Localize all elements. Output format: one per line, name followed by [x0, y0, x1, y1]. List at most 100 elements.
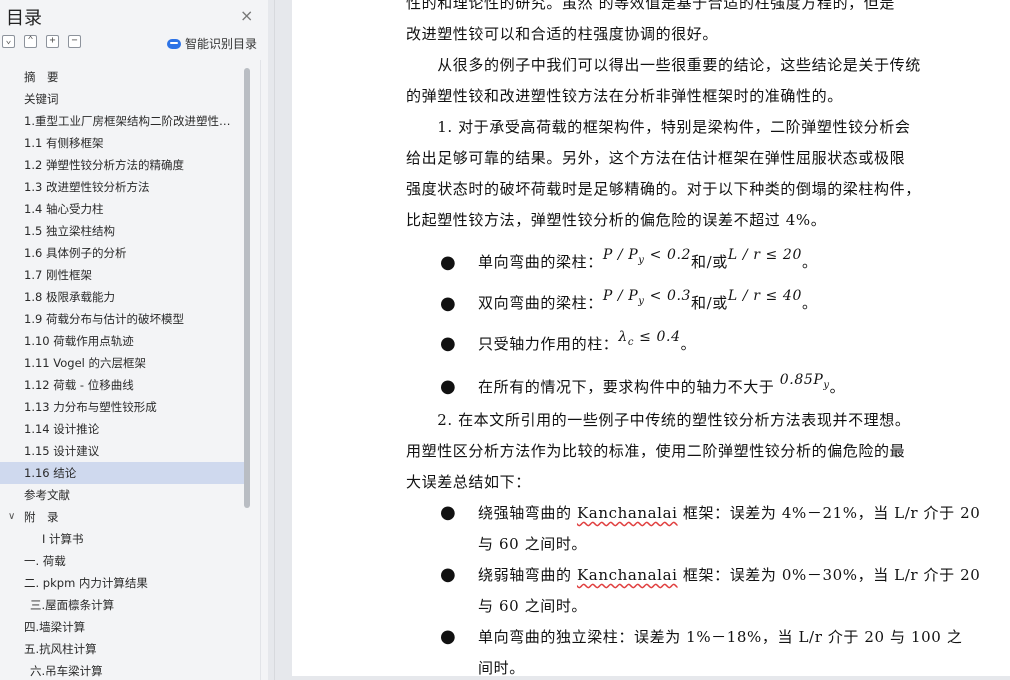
page-bottom-edge — [292, 676, 1010, 680]
toc-item[interactable]: 摘 要 — [0, 66, 244, 88]
toc-item[interactable]: 1.6 具体例子的分析 — [0, 242, 244, 264]
toc-item[interactable]: 1.1 有侧移框架 — [0, 132, 244, 154]
toc-item[interactable]: 1.2 弹塑性铰分析方法的精确度 — [0, 154, 244, 176]
toc-item-label: 四.墙梁计算 — [24, 620, 86, 634]
bullet-text: 间时。 — [478, 659, 525, 677]
spellcheck-word: Kanchanalai — [576, 566, 678, 584]
bullet-item-1: 单向弯曲的梁柱：P / Py < 0.2和/或L / r ≤ 20。 — [478, 247, 818, 284]
toc-item[interactable]: 1.9 荷载分布与估计的破坏模型 — [0, 308, 244, 330]
formula: 0.85Py — [780, 372, 830, 391]
toc-item[interactable]: 1.重型工业厂房框架结构二阶改进塑性铰分析 — [0, 110, 244, 132]
toc-item[interactable]: 一. 荷载 — [0, 550, 244, 572]
remove-heading-icon[interactable]: − — [68, 35, 81, 48]
toc-item-label: 1.3 改进塑性铰分析方法 — [24, 180, 150, 194]
bullet-item-5: 绕强轴弯曲的 Kanchanalai 框架：误差为 4%－21%，当 L/r 介… — [478, 498, 980, 560]
toc-item-label: 1.5 独立梁柱结构 — [24, 224, 115, 238]
toc-item-label: 1.14 设计推论 — [24, 422, 100, 436]
smart-toc-button[interactable]: 智能识别目录 — [167, 35, 257, 52]
bullet-marker: ● — [440, 564, 456, 585]
bullet-text: 。 — [680, 335, 697, 353]
bullet-text: 与 60 之间时。 — [478, 597, 588, 615]
toc-item-label: 二. pkpm 内力计算结果 — [24, 576, 148, 590]
toc-item-label: 1.6 具体例子的分析 — [24, 246, 127, 260]
bullet-item-6: 绕弱轴弯曲的 Kanchanalai 框架：误差为 0%－30%，当 L/r 介… — [478, 560, 980, 622]
add-heading-icon[interactable]: + — [46, 35, 59, 48]
bullet-item-7: 单向弯曲的独立梁柱：误差为 1%－18%，当 L/r 介于 20 与 100 之… — [478, 622, 962, 680]
toc-item-label: I 计算书 — [42, 532, 84, 546]
toc-item-label: 1.1 有侧移框架 — [24, 136, 104, 150]
document-page: 性的和理论性的研究。虽然 的等效值是基于合适的柱强度方程的，但是 改进塑性铰可以… — [292, 0, 1010, 680]
toc-item-label: 参考文献 — [24, 488, 70, 502]
bullet-marker: ● — [440, 376, 456, 397]
toc-item-label: 六.吊车梁计算 — [30, 664, 103, 678]
toc-item[interactable]: 1.7 刚性框架 — [0, 264, 244, 286]
bullet-text: 。 — [801, 253, 818, 271]
formula-part: ≤ 20 — [760, 247, 802, 263]
formula-part: ≤ 40 — [760, 288, 802, 304]
bullet-text: 和/或 — [691, 253, 728, 271]
formula-part: < 0.2 — [644, 247, 692, 263]
text-line: 强度状态时的破坏荷载时是足够精确的。对于以下种类的倒塌的梁柱构件， — [406, 180, 921, 198]
text-line: 性的和理论性的研究。虽然 的等效值是基于合适的柱强度方程的，但是 — [406, 0, 895, 12]
bullet-text: 框架：误差为 0%－30%，当 L/r 介于 20 — [677, 566, 981, 584]
toc-item[interactable]: 1.11 Vogel 的六层框架 — [0, 352, 244, 374]
formula-part: < 0.3 — [644, 288, 692, 304]
toc-item-label: 1.10 荷载作用点轨迹 — [24, 334, 134, 348]
toc-item-label: 三.屋面檩条计算 — [30, 598, 115, 612]
toc-item[interactable]: 1.13 力分布与塑性铰形成 — [0, 396, 244, 418]
expand-up-icon[interactable]: ⌃ — [24, 35, 37, 48]
toc-item[interactable]: 1.10 荷载作用点轨迹 — [0, 330, 244, 352]
toc-item[interactable]: 二. pkpm 内力计算结果 — [0, 572, 244, 594]
sidebar-scrollbar[interactable] — [244, 68, 250, 508]
toc-item-label: 1.4 轴心受力柱 — [24, 202, 104, 216]
toc-item-label: 1.9 荷载分布与估计的破坏模型 — [24, 312, 184, 326]
close-icon[interactable]: × — [240, 6, 253, 25]
toc-item[interactable]: ∨ 附 录 — [0, 506, 244, 528]
toc-item[interactable]: 参考文献 — [0, 484, 244, 506]
toc-item[interactable]: 1.14 设计推论 — [0, 418, 244, 440]
toc-item[interactable]: 五.抗风柱计算 — [0, 638, 244, 660]
collapse-all-icon[interactable]: ⌄ — [2, 35, 15, 48]
formula: λc ≤ 0.4 — [618, 329, 681, 348]
text-line: 比起塑性铰方法，弹塑性铰分析的偏危险的误差不超过 4%。 — [406, 211, 827, 229]
toc-item-label: 1.16 结论 — [24, 466, 77, 480]
bullet-text: 与 60 之间时。 — [478, 535, 588, 553]
bullet-text: 绕强轴弯曲的 — [478, 504, 577, 522]
toc-item[interactable]: 1.12 荷载 - 位移曲线 — [0, 374, 244, 396]
text-line: 给出足够可靠的结果。另外，这个方法在估计框架在弹性屈服状态或极限 — [406, 149, 906, 167]
toc-item[interactable]: 关键词 — [0, 88, 244, 110]
toc-item[interactable]: 1.3 改进塑性铰分析方法 — [0, 176, 244, 198]
toc-list: 摘 要关键词 1.重型工业厂房框架结构二阶改进塑性铰分析 1.1 有侧移框架 1.2 … — [0, 66, 244, 680]
formula: L / r ≤ 40 — [728, 288, 802, 304]
bullet-item-3: 只受轴力作用的柱：λc ≤ 0.4。 — [478, 329, 696, 366]
formula-part: λ — [618, 329, 628, 345]
text-line: 的弹塑性铰和改进塑性铰方法在分析非弹性框架时的准确性的。 — [406, 87, 843, 105]
toc-item[interactable]: 1.4 轴心受力柱 — [0, 198, 244, 220]
text-line: 从很多的例子中我们可以得出一些很重要的结论，这些结论是关于传统 — [406, 56, 921, 74]
text-line: 改进塑性铰可以和合适的柱强度协调的很好。 — [406, 25, 719, 43]
formula-part: P / P — [602, 288, 639, 304]
toc-item[interactable]: 三.屋面檩条计算 — [0, 594, 244, 616]
text-line: 1. 对于承受高荷载的框架构件，特别是梁构件，二阶弹塑性铰分析会 — [406, 118, 911, 136]
toc-item[interactable]: I 计算书 — [0, 528, 244, 550]
formula: P / Py < 0.3 — [602, 288, 692, 307]
bullet-text: 单向弯曲的独立梁柱：误差为 1%－18%，当 L/r 介于 20 与 100 之 — [478, 628, 963, 646]
toc-item-label: 1.13 力分布与塑性铰形成 — [24, 400, 157, 414]
toc-item-label: 一. 荷载 — [24, 554, 66, 568]
bullet-item-4: 在所有的情况下，要求构件中的轴力不大于 0.85Py。 — [478, 372, 845, 409]
text-line: 2. 在本文所引用的一些例子中传统的塑性铰分析方法表现并不理想。 — [406, 411, 911, 429]
toc-item[interactable]: 1.15 设计建议 — [0, 440, 244, 462]
toc-item[interactable]: 四.墙梁计算 — [0, 616, 244, 638]
bullet-marker: ● — [440, 333, 456, 354]
chevron-down-icon[interactable]: ∨ — [8, 506, 15, 528]
formula-sub: y — [823, 379, 830, 391]
formula: L / r ≤ 20 — [728, 247, 802, 263]
toc-item[interactable]: 六.吊车梁计算 — [0, 660, 244, 680]
formula-part: ≤ 0.4 — [634, 329, 681, 345]
cloud-icon — [167, 38, 181, 49]
text-line: 大误差总结如下： — [406, 473, 531, 491]
toc-item-label: 1.8 极限承载能力 — [24, 290, 115, 304]
toc-item[interactable]: 1.16 结论 — [0, 462, 244, 484]
toc-item[interactable]: 1.5 独立梁柱结构 — [0, 220, 244, 242]
toc-item[interactable]: 1.8 极限承载能力 — [0, 286, 244, 308]
